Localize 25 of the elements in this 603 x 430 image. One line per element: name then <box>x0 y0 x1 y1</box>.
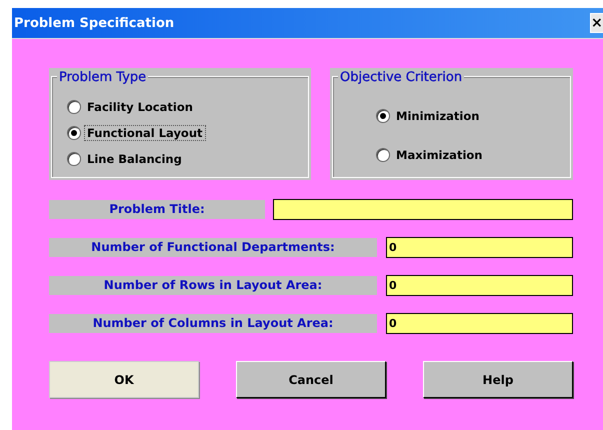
input-field[interactable] <box>273 199 573 220</box>
field-label: Number of Columns in Layout Area: <box>49 314 377 333</box>
input-field[interactable]: 0 <box>386 237 573 258</box>
field-label: Number of Rows in Layout Area: <box>49 276 377 295</box>
radio-label[interactable]: Line Balancing <box>84 150 185 166</box>
radio-button[interactable] <box>67 126 81 140</box>
radio-button[interactable] <box>67 152 81 166</box>
close-button[interactable]: × <box>590 13 603 33</box>
input-field[interactable]: 0 <box>386 313 573 334</box>
field-label: Problem Title: <box>49 200 265 219</box>
dialog-button[interactable]: OK <box>49 361 199 398</box>
radio-button[interactable] <box>376 148 390 162</box>
window-title: Problem Specification <box>13 16 174 30</box>
radio-button[interactable] <box>376 108 390 122</box>
radio-label[interactable]: Functional Layout <box>84 124 206 140</box>
dialog-button[interactable]: Cancel <box>236 361 386 398</box>
radio-label[interactable]: Maximization <box>393 146 486 162</box>
radio-label[interactable]: Facility Location <box>84 98 196 114</box>
radio-button[interactable] <box>67 100 81 114</box>
group-title: Problem Type <box>57 70 148 85</box>
radio-label[interactable]: Minimization <box>393 108 482 124</box>
field-label: Number of Functional Departments: <box>49 238 377 257</box>
input-field[interactable]: 0 <box>386 275 573 296</box>
dialog-button[interactable]: Help <box>423 361 573 398</box>
group-title: Objective Criterion <box>338 70 464 85</box>
